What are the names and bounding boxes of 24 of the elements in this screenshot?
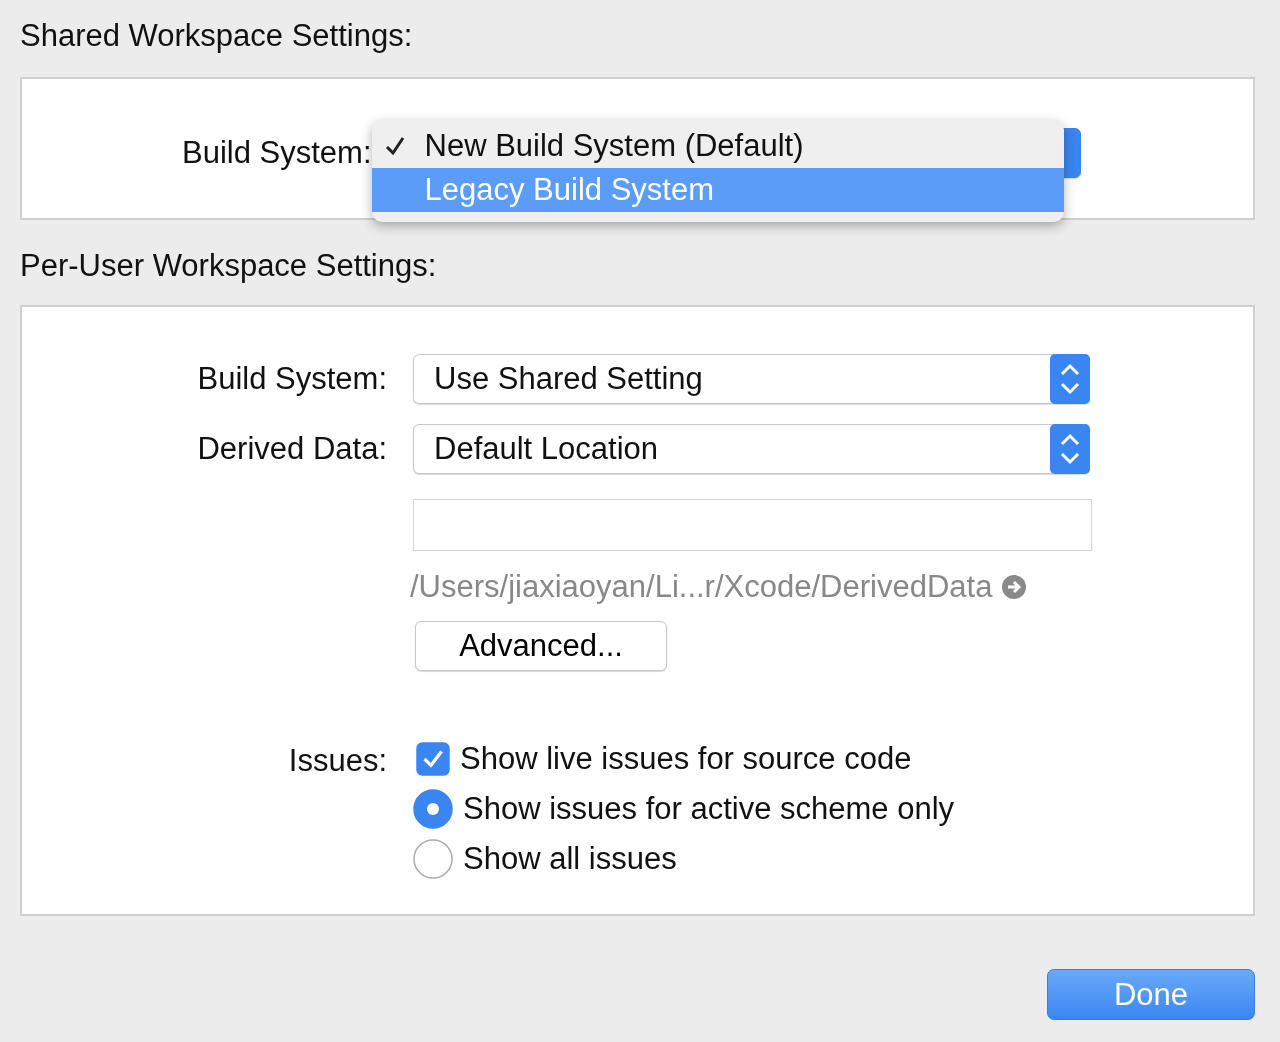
section-title: Per-User Workspace Settings: bbox=[20, 247, 438, 285]
menu-item[interactable]: New Build System (Default) bbox=[371, 124, 1064, 168]
menu-item-label: Legacy Build System bbox=[424, 172, 714, 208]
section-title: Shared Workspace Settings: bbox=[20, 17, 414, 55]
option-label: Show all issues bbox=[463, 841, 677, 877]
path-field[interactable] bbox=[413, 499, 1092, 551]
field-label: Issues: bbox=[287, 742, 387, 780]
field-label: Derived Data: bbox=[196, 431, 387, 467]
arrow-circle-icon[interactable] bbox=[1002, 575, 1027, 599]
option-label: Show live issues for source code bbox=[460, 741, 912, 777]
option-label: Show issues for active scheme only bbox=[463, 791, 955, 827]
stepper-icon bbox=[1050, 354, 1090, 404]
checkmark-icon bbox=[383, 135, 406, 157]
menu-item-label: New Build System (Default) bbox=[424, 128, 804, 164]
radio-button[interactable] bbox=[413, 789, 453, 829]
checkbox[interactable] bbox=[416, 742, 450, 776]
path-text: /Users/jiaxiaoyan/Li...r/Xcode/DerivedData bbox=[410, 569, 993, 605]
radio-button[interactable] bbox=[413, 839, 453, 879]
field-label: Build System: bbox=[196, 361, 387, 397]
popup-button[interactable]: Use Shared Setting bbox=[413, 354, 1090, 404]
popup-button[interactable]: Default Location bbox=[413, 424, 1090, 474]
field-label: Build System: bbox=[182, 135, 372, 171]
stepper-icon bbox=[1050, 424, 1090, 474]
advanced-button[interactable]: Advanced... bbox=[415, 621, 667, 671]
